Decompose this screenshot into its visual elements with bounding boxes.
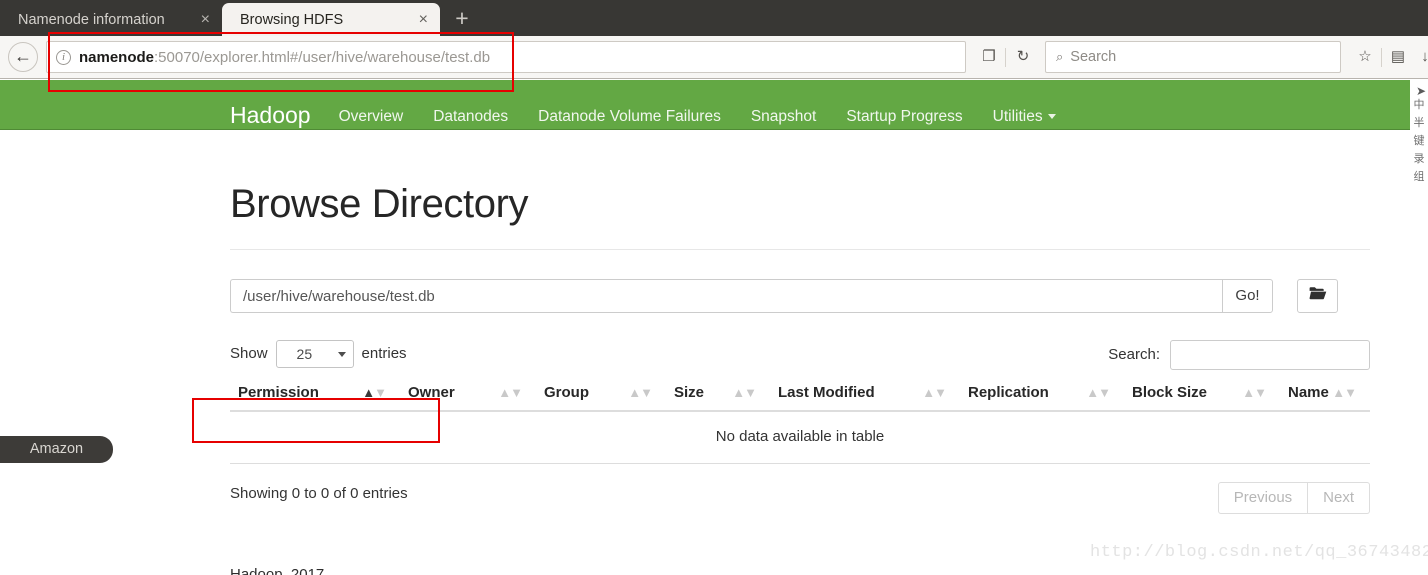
column-header-label: Last Modified: [778, 384, 875, 401]
bookmark-flag-amazon[interactable]: Amazon: [0, 436, 113, 463]
folder-icon[interactable]: [1297, 279, 1338, 313]
column-header-label: Size: [674, 384, 705, 401]
directory-table: Permission ▲▼ Owner ▲▼ Group ▲▼ Size ▲▼: [230, 384, 1370, 464]
browser-tab-browsing-hdfs[interactable]: Browsing HDFS ×: [222, 3, 440, 36]
table-search-input[interactable]: [1170, 340, 1370, 370]
page-footer: Hadoop, 2017.: [230, 566, 329, 575]
reader-view-icon[interactable]: ❐: [976, 44, 1002, 70]
ime-item-keyboard[interactable]: 键: [1414, 132, 1425, 150]
nav-item-utilities[interactable]: Utilities: [993, 103, 1086, 130]
column-header-name[interactable]: Name ▲▼: [1280, 384, 1370, 412]
previous-page-button[interactable]: Previous: [1217, 482, 1309, 514]
address-bar-url: namenode:50070/explorer.html#/user/hive/…: [79, 49, 490, 66]
browser-search-placeholder: Search: [1070, 49, 1117, 65]
chevron-down-icon: [337, 352, 346, 357]
browser-tab-label: Browsing HDFS: [240, 11, 344, 28]
back-arrow-icon[interactable]: ←: [8, 42, 38, 72]
column-header-last-modified[interactable]: Last Modified ▲▼: [770, 384, 960, 412]
column-header-label: Permission: [238, 384, 319, 401]
close-icon[interactable]: ×: [201, 11, 210, 28]
show-label: Show: [230, 345, 268, 362]
column-header-group[interactable]: Group ▲▼: [536, 384, 666, 412]
close-icon[interactable]: ×: [419, 11, 428, 28]
info-icon[interactable]: i: [56, 49, 71, 65]
column-header-size[interactable]: Size ▲▼: [666, 384, 770, 412]
table-footer: Showing 0 to 0 of 0 entries Previous Nex…: [230, 482, 1370, 514]
browser-window: Namenode information × Browsing HDFS × +…: [0, 0, 1428, 575]
go-button[interactable]: Go!: [1222, 279, 1273, 313]
directory-table-header: Permission ▲▼ Owner ▲▼ Group ▲▼ Size ▲▼: [230, 384, 1370, 412]
nav-item-datanode-volume-failures[interactable]: Datanode Volume Failures: [538, 103, 751, 130]
bookmark-star-icon[interactable]: ☆: [1352, 44, 1378, 70]
hadoop-navbar: Hadoop Overview Datanodes Datanode Volum…: [0, 80, 1410, 130]
table-search-control: Search:: [1108, 340, 1370, 370]
sort-icon: ▲▼: [498, 385, 523, 400]
nav-item-utilities-label: Utilities: [992, 108, 1043, 125]
column-header-label: Replication: [968, 384, 1049, 401]
reload-icon[interactable]: ↻: [1010, 44, 1036, 70]
browser-tab-namenode-information[interactable]: Namenode information ×: [0, 3, 222, 36]
library-icon[interactable]: ▤: [1385, 44, 1411, 70]
sort-icon: ▲▼: [628, 385, 653, 400]
column-header-replication[interactable]: Replication ▲▼: [960, 384, 1124, 412]
sort-icon: ▲▼: [732, 385, 757, 400]
column-header-permission[interactable]: Permission ▲▼: [230, 384, 400, 412]
ime-item-chinese-mode[interactable]: 中: [1414, 96, 1425, 114]
entries-per-page-select[interactable]: 25: [275, 340, 354, 368]
column-header-label: Name: [1288, 384, 1329, 401]
browser-search-bar[interactable]: ⌕ Search: [1045, 41, 1341, 73]
page-content: Browse Directory /user/hive/warehouse/te…: [230, 130, 1370, 575]
title-divider: [230, 249, 1370, 250]
sort-icon: ▲▼: [922, 385, 947, 400]
showing-entries-info: Showing 0 to 0 of 0 entries: [230, 485, 408, 502]
table-controls: Show 25 entries Search:: [230, 340, 1370, 370]
chevron-down-icon: [1047, 114, 1056, 120]
address-bar-path: :50070/explorer.html#/user/hive/warehous…: [154, 48, 491, 66]
address-bar-host: namenode: [79, 48, 155, 66]
search-icon: ⌕: [1056, 49, 1064, 64]
nav-item-overview[interactable]: Overview: [339, 103, 434, 130]
watermark: http://blog.csdn.net/qq_36743482: [1090, 543, 1428, 562]
column-header-label: Owner: [408, 384, 455, 401]
browser-navigation-bar: ← i namenode:50070/explorer.html#/user/h…: [0, 36, 1428, 79]
browser-tab-strip: Namenode information × Browsing HDFS × +: [0, 0, 1428, 36]
show-entries-control: Show 25 entries: [230, 340, 407, 368]
new-tab-icon[interactable]: +: [448, 6, 476, 32]
next-page-button[interactable]: Next: [1308, 482, 1370, 514]
sort-icon: ▲▼: [1086, 385, 1111, 400]
path-input[interactable]: /user/hive/warehouse/test.db: [230, 279, 1222, 313]
page-title: Browse Directory: [230, 182, 529, 226]
empty-table-message: No data available in table: [230, 411, 1370, 464]
ime-item-record[interactable]: 录: [1414, 150, 1425, 168]
table-search-label: Search:: [1108, 346, 1160, 363]
address-bar[interactable]: i namenode:50070/explorer.html#/user/hiv…: [46, 41, 966, 73]
path-navigation-row: /user/hive/warehouse/test.db Go!: [230, 279, 1370, 313]
hadoop-navbar-items: Hadoop Overview Datanodes Datanode Volum…: [230, 80, 1086, 130]
pagination: Previous Next: [1217, 482, 1370, 514]
entries-label: entries: [361, 345, 407, 362]
column-header-owner[interactable]: Owner ▲▼: [400, 384, 536, 412]
ime-item-half-width[interactable]: 半: [1414, 114, 1425, 132]
table-row: No data available in table: [230, 411, 1370, 464]
table-header-row: Permission ▲▼ Owner ▲▼ Group ▲▼ Size ▲▼: [230, 384, 1370, 412]
downloads-icon[interactable]: ↓: [1412, 44, 1428, 70]
sort-icon: ▲▼: [1242, 385, 1267, 400]
column-header-block-size[interactable]: Block Size ▲▼: [1124, 384, 1280, 412]
hadoop-brand[interactable]: Hadoop: [230, 100, 339, 130]
entries-per-page-value: 25: [296, 346, 313, 362]
nav-item-snapshot[interactable]: Snapshot: [751, 103, 847, 130]
toolbar-divider: [1381, 48, 1382, 67]
browser-tab-label: Namenode information: [18, 11, 165, 28]
sort-icon: ▲▼: [362, 385, 387, 400]
sort-icon: ▲▼: [1332, 385, 1357, 400]
directory-table-body: No data available in table: [230, 411, 1370, 464]
ime-item-group[interactable]: 组: [1414, 168, 1425, 186]
nav-item-datanodes[interactable]: Datanodes: [433, 103, 538, 130]
column-header-label: Block Size: [1132, 384, 1208, 401]
nav-item-startup-progress[interactable]: Startup Progress: [846, 103, 992, 130]
ime-toolbar: 中 半 键 录 组: [1410, 96, 1428, 186]
toolbar-divider: [1005, 48, 1006, 67]
column-header-label: Group: [544, 384, 589, 401]
